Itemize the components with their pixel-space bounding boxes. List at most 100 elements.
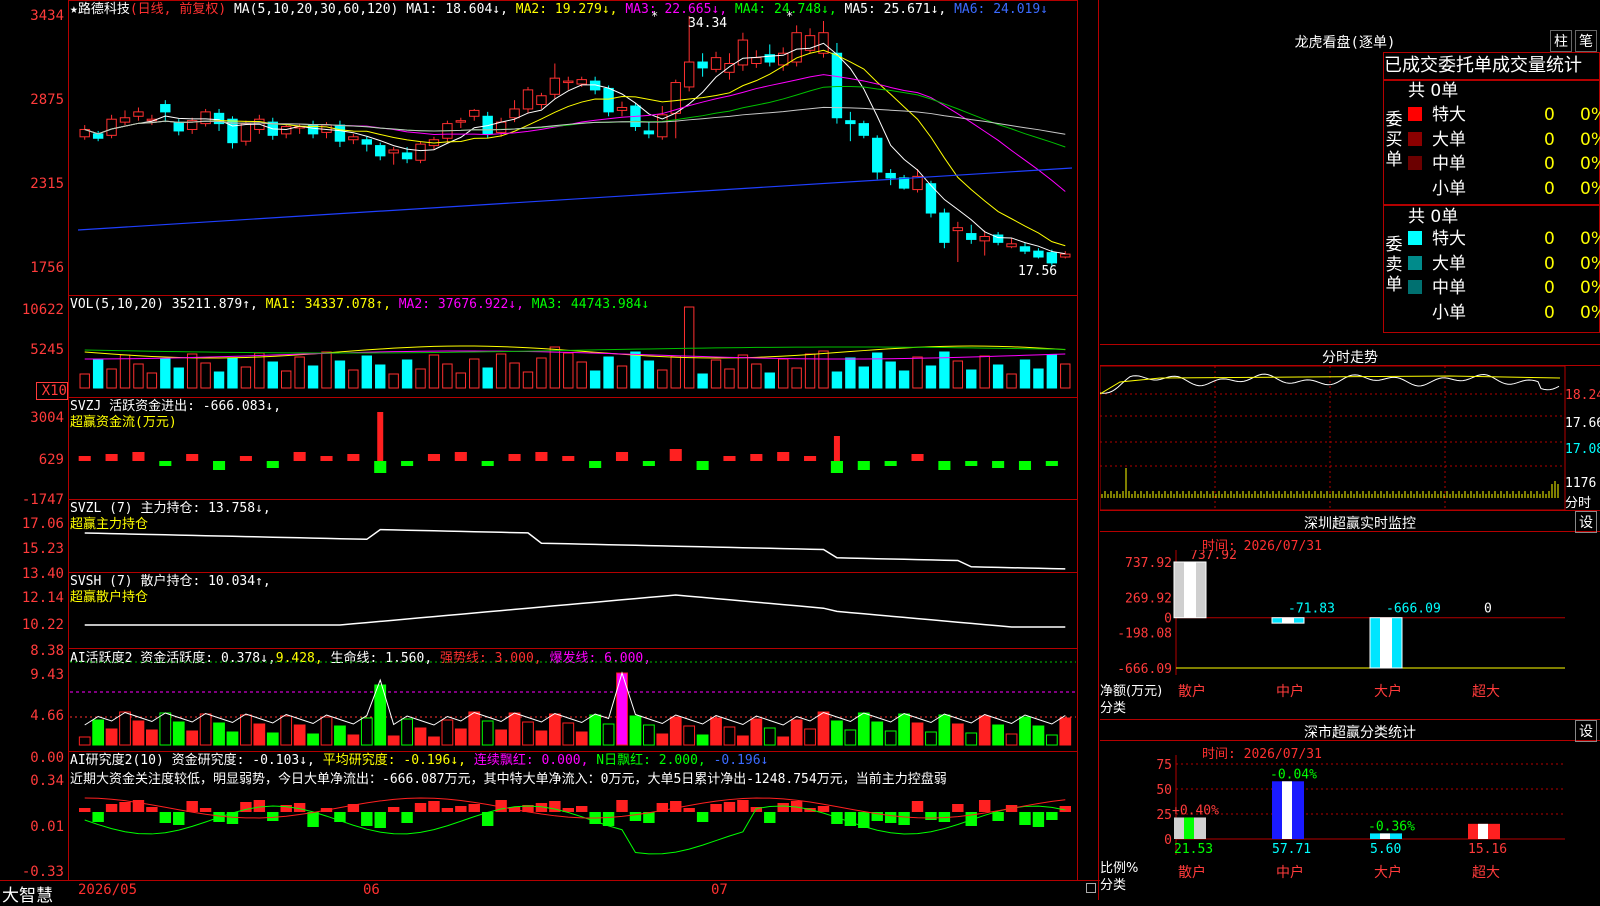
activity-bar: [428, 736, 440, 746]
order-percent: 0%: [1580, 302, 1600, 323]
volume-bar: [307, 365, 319, 389]
volume-bar: [388, 373, 399, 389]
order-size-label: 中单: [1432, 154, 1466, 174]
y-tick-label: 75: [1156, 758, 1172, 773]
activity-bar: [495, 729, 507, 746]
category-label: 散户: [1178, 864, 1206, 881]
monitor-bar-highlight: [1380, 617, 1392, 668]
flow-bar: [833, 436, 840, 461]
research-bar: [911, 801, 924, 812]
candle-body: [388, 149, 399, 154]
tick-mode-button[interactable]: 笔: [1575, 30, 1597, 52]
tab-volume[interactable]: 成交量: [1492, 55, 1546, 76]
flow-bar: [696, 461, 709, 470]
flow-bar: [132, 452, 145, 461]
change-label: -0.04%: [1270, 767, 1317, 782]
ma5-line: [84, 42, 1066, 255]
high-price-label: 34.34: [688, 16, 727, 31]
candle-body: [697, 61, 708, 69]
main-chart-svg[interactable]: * * 34.34 17.56: [0, 0, 1100, 900]
candle-body: [495, 121, 507, 133]
monitor-bar-chart[interactable]: 737.92269.920-198.08-666.09737.92散户-71.8…: [1100, 550, 1600, 720]
flow-bar: [669, 449, 682, 461]
order-row: 中单 0 0%: [1408, 277, 1600, 299]
y-tick-label: 25: [1156, 808, 1172, 823]
change-label: -0.36%: [1368, 819, 1415, 834]
activity-bar: [817, 711, 830, 746]
classify-title: 深市超赢分类统计: [1304, 725, 1416, 741]
tab-stats[interactable]: 统计: [1546, 55, 1582, 76]
research-bar: [428, 801, 440, 812]
volume-bar: [603, 356, 614, 389]
candle-body: [401, 152, 413, 160]
flow-bar: [266, 461, 279, 468]
research-bar: [401, 812, 413, 823]
volume-bar: [455, 372, 467, 389]
order-size-label: 小单: [1432, 302, 1466, 323]
order-size-label: 特大: [1432, 229, 1466, 249]
x-tick: 2026/05: [78, 882, 138, 898]
volume-bar: [952, 360, 964, 389]
bar-mode-button[interactable]: 柱: [1550, 30, 1572, 52]
peak-marker: *: [651, 9, 658, 23]
y-label: 17.66: [1565, 416, 1600, 431]
volume-bar: [670, 355, 681, 389]
order-size-label: 大单: [1432, 253, 1466, 274]
volume-bar: [536, 357, 547, 389]
monitor-value-label: -71.83: [1288, 602, 1335, 617]
activity-bar: [710, 717, 722, 746]
activity-bar: [965, 732, 978, 746]
lock-icon[interactable]: [1086, 883, 1096, 893]
sell-total: 共 0单: [1408, 207, 1459, 227]
volume-bar: [267, 361, 278, 389]
activity-bar: [213, 722, 225, 746]
research-green-line: [84, 805, 1066, 855]
activity-bar: [683, 725, 696, 746]
research-bar: [92, 812, 104, 822]
ma120-line: [77, 167, 1073, 231]
activity-bar: [226, 731, 239, 746]
color-swatch: [1408, 156, 1422, 170]
activity-bar: [1045, 734, 1058, 746]
y-label: 17.08: [1565, 442, 1600, 457]
flow-bar: [750, 454, 763, 461]
order-percent: 0%: [1580, 278, 1600, 298]
volume-bar: [872, 352, 883, 389]
order-row: 大单 0 0%: [1408, 129, 1600, 151]
y-tick-label: 50: [1156, 783, 1172, 798]
tab-filled[interactable]: 已成交: [1384, 55, 1438, 76]
volume-bar: [764, 372, 775, 389]
y-tick-label: -666.09: [1117, 662, 1172, 677]
volume-bar: [79, 373, 90, 389]
monitor-value-label: -666.09: [1386, 602, 1441, 617]
activity-bar: [992, 724, 1004, 746]
volume-bar: [818, 350, 829, 389]
classify-bar-chart[interactable]: 75 50 25 0+0.40% 21.53 散户 -0.04% 57.71 中户 -0.36% 5…: [1100, 755, 1600, 900]
category-label: 超大: [1472, 865, 1500, 881]
flow-bar: [347, 454, 360, 461]
order-count: 0: [1544, 105, 1555, 125]
flow-bar: [159, 461, 172, 466]
activity-bar: [938, 714, 951, 746]
activity-bar: [669, 716, 682, 746]
activity-bar: [535, 730, 548, 746]
volume-bar: [858, 366, 869, 389]
research-bar: [387, 807, 400, 812]
research-bar: [978, 800, 991, 812]
monitor-settings-button[interactable]: 设: [1575, 511, 1597, 533]
intraday-chart[interactable]: [1100, 366, 1600, 510]
tab-orders[interactable]: 委托单: [1438, 55, 1492, 76]
activity-bar: [629, 715, 642, 746]
order-size-label: 中单: [1432, 278, 1466, 298]
classify-settings-button[interactable]: 设: [1575, 720, 1597, 742]
volume-bar: [254, 352, 265, 389]
flow-bar: [427, 454, 441, 461]
activity-bar: [468, 711, 481, 746]
volume-bar: [1033, 368, 1044, 389]
order-percent: 0%: [1580, 129, 1600, 150]
svzj-chart: [78, 412, 1058, 473]
volume-bar: [683, 306, 695, 389]
classify-bar-highlight: [1282, 781, 1292, 839]
activity-bar: [750, 718, 763, 746]
volume-bar: [1060, 363, 1071, 389]
